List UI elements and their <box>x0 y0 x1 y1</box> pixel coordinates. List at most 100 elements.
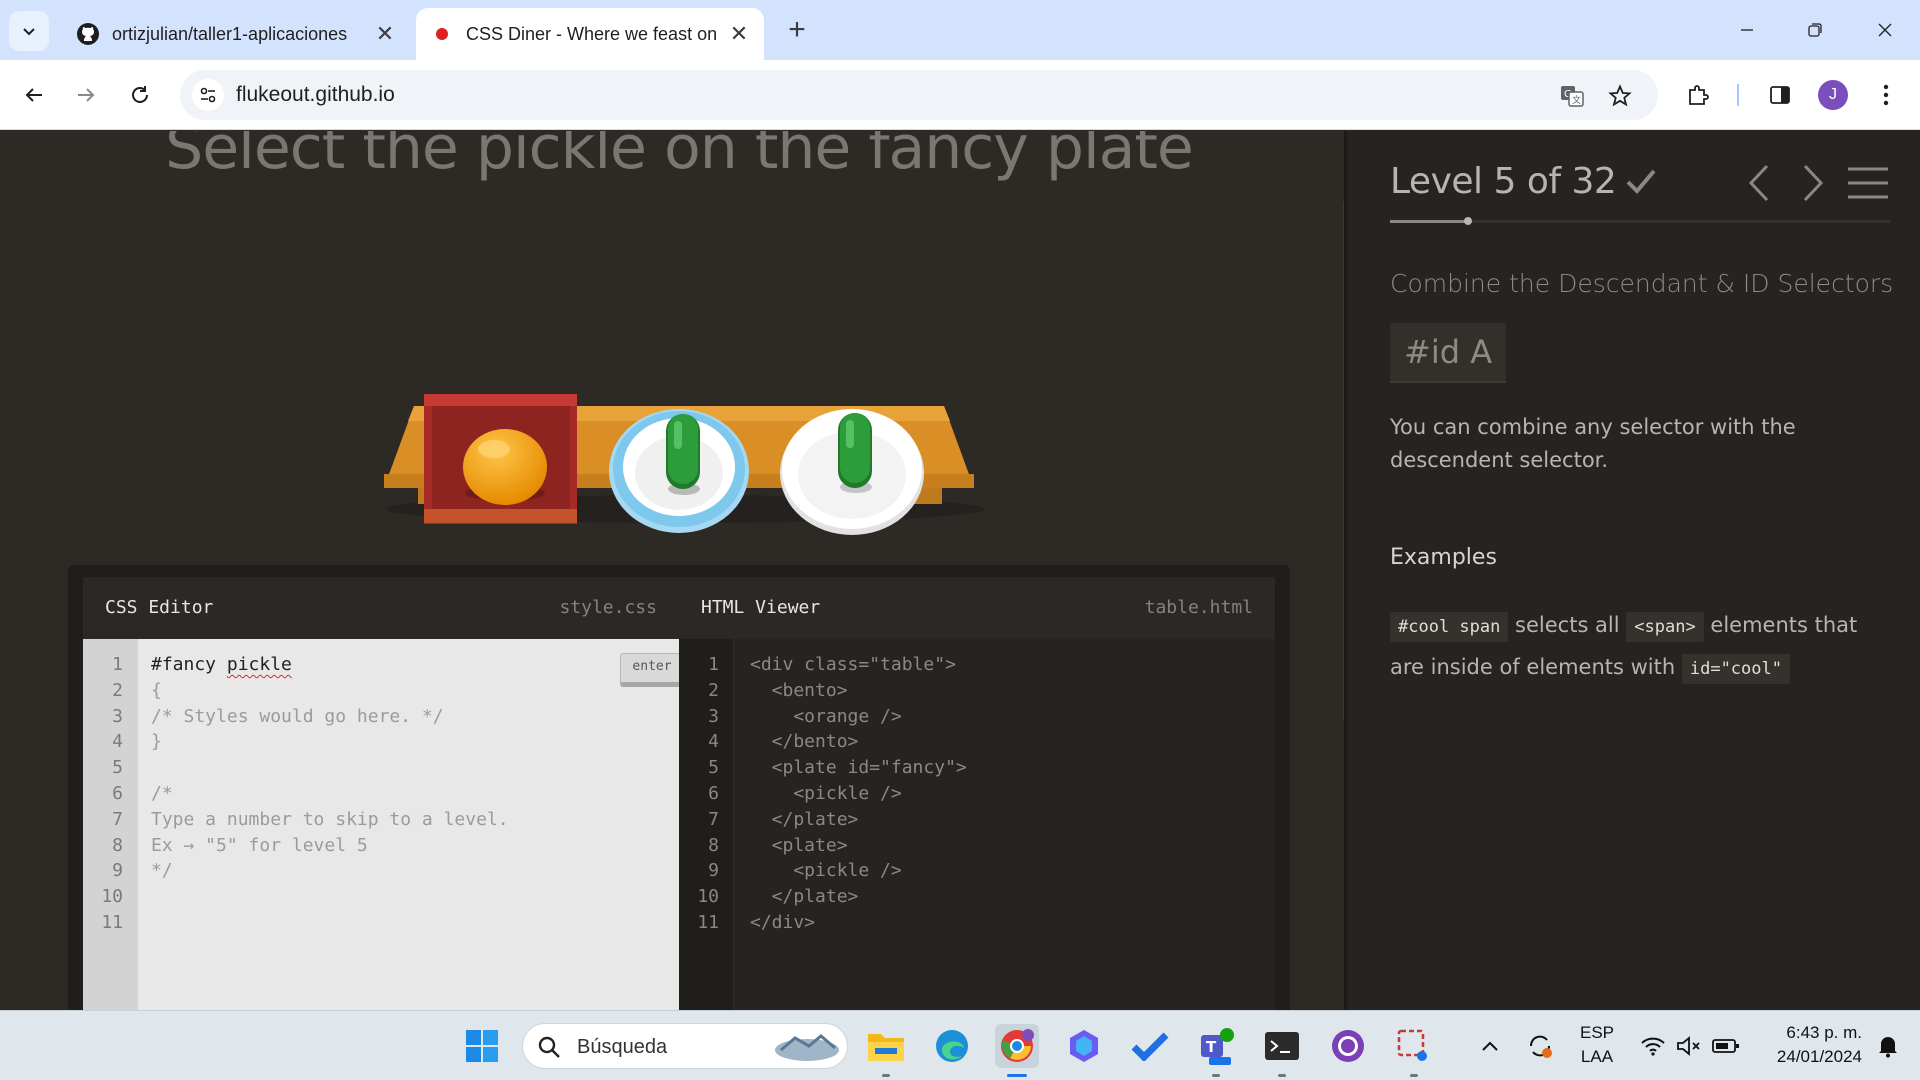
line-number: 11 <box>697 912 719 933</box>
next-level-icon[interactable] <box>1801 163 1825 203</box>
css-diner-favicon-icon <box>436 28 448 40</box>
copilot-app[interactable] <box>1062 1024 1106 1068</box>
taskbar-search[interactable]: Búsqueda <box>522 1023 848 1069</box>
level-menu-icon[interactable] <box>1847 167 1889 199</box>
restore-button[interactable] <box>1792 10 1838 50</box>
chrome-app[interactable] <box>995 1024 1039 1077</box>
code-line: Ex → "5" for level 5 <box>151 834 368 856</box>
bookmark-star-icon[interactable] <box>1604 80 1636 112</box>
notifications-button[interactable] <box>1866 1024 1910 1068</box>
start-button[interactable] <box>460 1024 504 1068</box>
code-line: */ <box>151 860 173 882</box>
new-tab-button[interactable]: + <box>780 14 814 48</box>
edge-app[interactable] <box>930 1024 974 1068</box>
search-icon <box>538 1036 560 1058</box>
running-indicator <box>1410 1074 1418 1077</box>
windows-start-icon <box>466 1030 498 1062</box>
level-progress-marker <box>1464 217 1472 225</box>
extensions-button[interactable] <box>1678 75 1718 115</box>
css-editor-title: CSS Editor <box>105 597 214 618</box>
copilot-icon <box>1070 1030 1098 1062</box>
html-viewer-title: HTML Viewer <box>701 597 821 618</box>
order-instruction: Select the pickle on the fancy plate <box>165 131 1194 183</box>
minimize-icon <box>1741 29 1753 31</box>
clock-date[interactable]: 24/01/2024 <box>1752 1047 1862 1067</box>
running-indicator <box>1007 1074 1027 1077</box>
code-line: </div> <box>750 912 816 933</box>
orange-item[interactable] <box>463 429 547 505</box>
terminal-app[interactable] <box>1260 1024 1304 1077</box>
arrow-right-icon <box>78 88 95 102</box>
tab-title: CSS Diner - Where we feast on CSS Select… <box>466 23 720 44</box>
speaker-muted-icon <box>1677 1036 1700 1056</box>
reload-button[interactable] <box>120 75 160 115</box>
toolbar-divider <box>1737 84 1739 106</box>
reload-icon <box>132 86 148 103</box>
tab-css-diner[interactable]: CSS Diner - Where we feast on CSS Select… <box>416 8 764 60</box>
forward-button[interactable] <box>66 75 106 115</box>
tab-title: ortizjulian/taller1-aplicaciones <box>112 23 348 44</box>
example-code: <span> <box>1626 612 1704 642</box>
close-window-button[interactable] <box>1862 10 1908 50</box>
svg-text:文: 文 <box>1572 94 1581 106</box>
level-title: Level 5 of 32 <box>1390 161 1617 202</box>
bell-icon <box>1879 1037 1897 1058</box>
code-line: /* Styles would go here. */ <box>151 705 444 727</box>
chevron-down-icon <box>23 28 35 36</box>
back-button[interactable] <box>14 75 54 115</box>
teams-icon: T <box>1201 1028 1234 1065</box>
running-indicator <box>1278 1074 1286 1077</box>
pickle-item-plain[interactable] <box>838 413 872 493</box>
battery-icon <box>1712 1039 1739 1053</box>
clock-time[interactable]: 6:43 p. m. <box>1752 1023 1862 1043</box>
enter-button[interactable]: enter <box>620 653 684 687</box>
quick-settings-button[interactable] <box>1630 1024 1750 1068</box>
tab-github[interactable]: ortizjulian/taller1-aplicaciones ✕ <box>62 8 410 60</box>
show-hidden-icons-button[interactable] <box>1468 1024 1512 1068</box>
profile-avatar[interactable]: J <box>1818 80 1848 110</box>
pickle-item-fancy[interactable] <box>666 414 700 495</box>
arrow-left-icon <box>25 88 42 102</box>
close-tab-icon[interactable]: ✕ <box>728 21 750 47</box>
css-editor[interactable]: 1 #fancy pickle 2{3/* Styles would go here… <box>83 639 684 1010</box>
github-icon <box>77 23 99 45</box>
html-viewer[interactable]: 1 <div class="table"> 2 <bento> 3 <orange /… <box>679 639 1275 1010</box>
checkmark-icon <box>1626 169 1656 194</box>
restore-icon <box>1808 23 1822 37</box>
snipping-icon <box>1397 1029 1427 1061</box>
github-desktop-app[interactable] <box>1326 1024 1370 1068</box>
address-bar[interactable]: flukeout.github.io G文 <box>180 70 1658 120</box>
teams-app[interactable]: T <box>1194 1024 1238 1077</box>
spellcheck-word: pickle <box>226 654 292 675</box>
code-line: #fancy pickle <box>151 654 292 675</box>
todo-app[interactable] <box>1128 1024 1172 1068</box>
sync-tray-button[interactable] <box>1518 1024 1562 1068</box>
translate-icon[interactable]: G文 <box>1556 80 1588 112</box>
running-indicator <box>1212 1074 1220 1077</box>
edge-icon <box>936 1030 968 1062</box>
selector-syntax: #id A <box>1390 323 1507 383</box>
side-panel-button[interactable] <box>1760 75 1800 115</box>
css-editor-filename: style.css <box>559 597 657 618</box>
site-info-icon[interactable] <box>192 79 224 111</box>
example-code: id="cool" <box>1681 654 1790 684</box>
level-progress-fill <box>1390 220 1468 223</box>
editor-panel: CSS Editor style.css HTML Viewer table.h… <box>68 565 1290 1010</box>
minimize-button[interactable] <box>1724 10 1770 50</box>
input-language[interactable]: ESP <box>1572 1023 1622 1043</box>
menu-button[interactable] <box>1866 75 1906 115</box>
search-placeholder: Búsqueda <box>577 1036 668 1058</box>
previous-level-icon[interactable] <box>1747 163 1771 203</box>
dining-table <box>384 394 985 535</box>
snipping-tool-app[interactable] <box>1392 1024 1436 1077</box>
windows-taskbar: Búsqueda T ESP LAA 6:43 p. m. 24/01/2024 <box>0 1010 1920 1080</box>
code-line: } <box>151 731 162 753</box>
keyboard-layout[interactable]: LAA <box>1572 1047 1622 1067</box>
file-explorer-app[interactable] <box>864 1024 908 1077</box>
example-text: #cool span selects all <span> elements t… <box>1390 605 1890 689</box>
close-tab-icon[interactable]: ✕ <box>374 21 396 47</box>
tab-search-button[interactable] <box>9 11 49 51</box>
line-number: 11 <box>101 912 123 933</box>
sync-icon <box>1529 1035 1552 1058</box>
svg-text:T: T <box>1206 1038 1217 1056</box>
